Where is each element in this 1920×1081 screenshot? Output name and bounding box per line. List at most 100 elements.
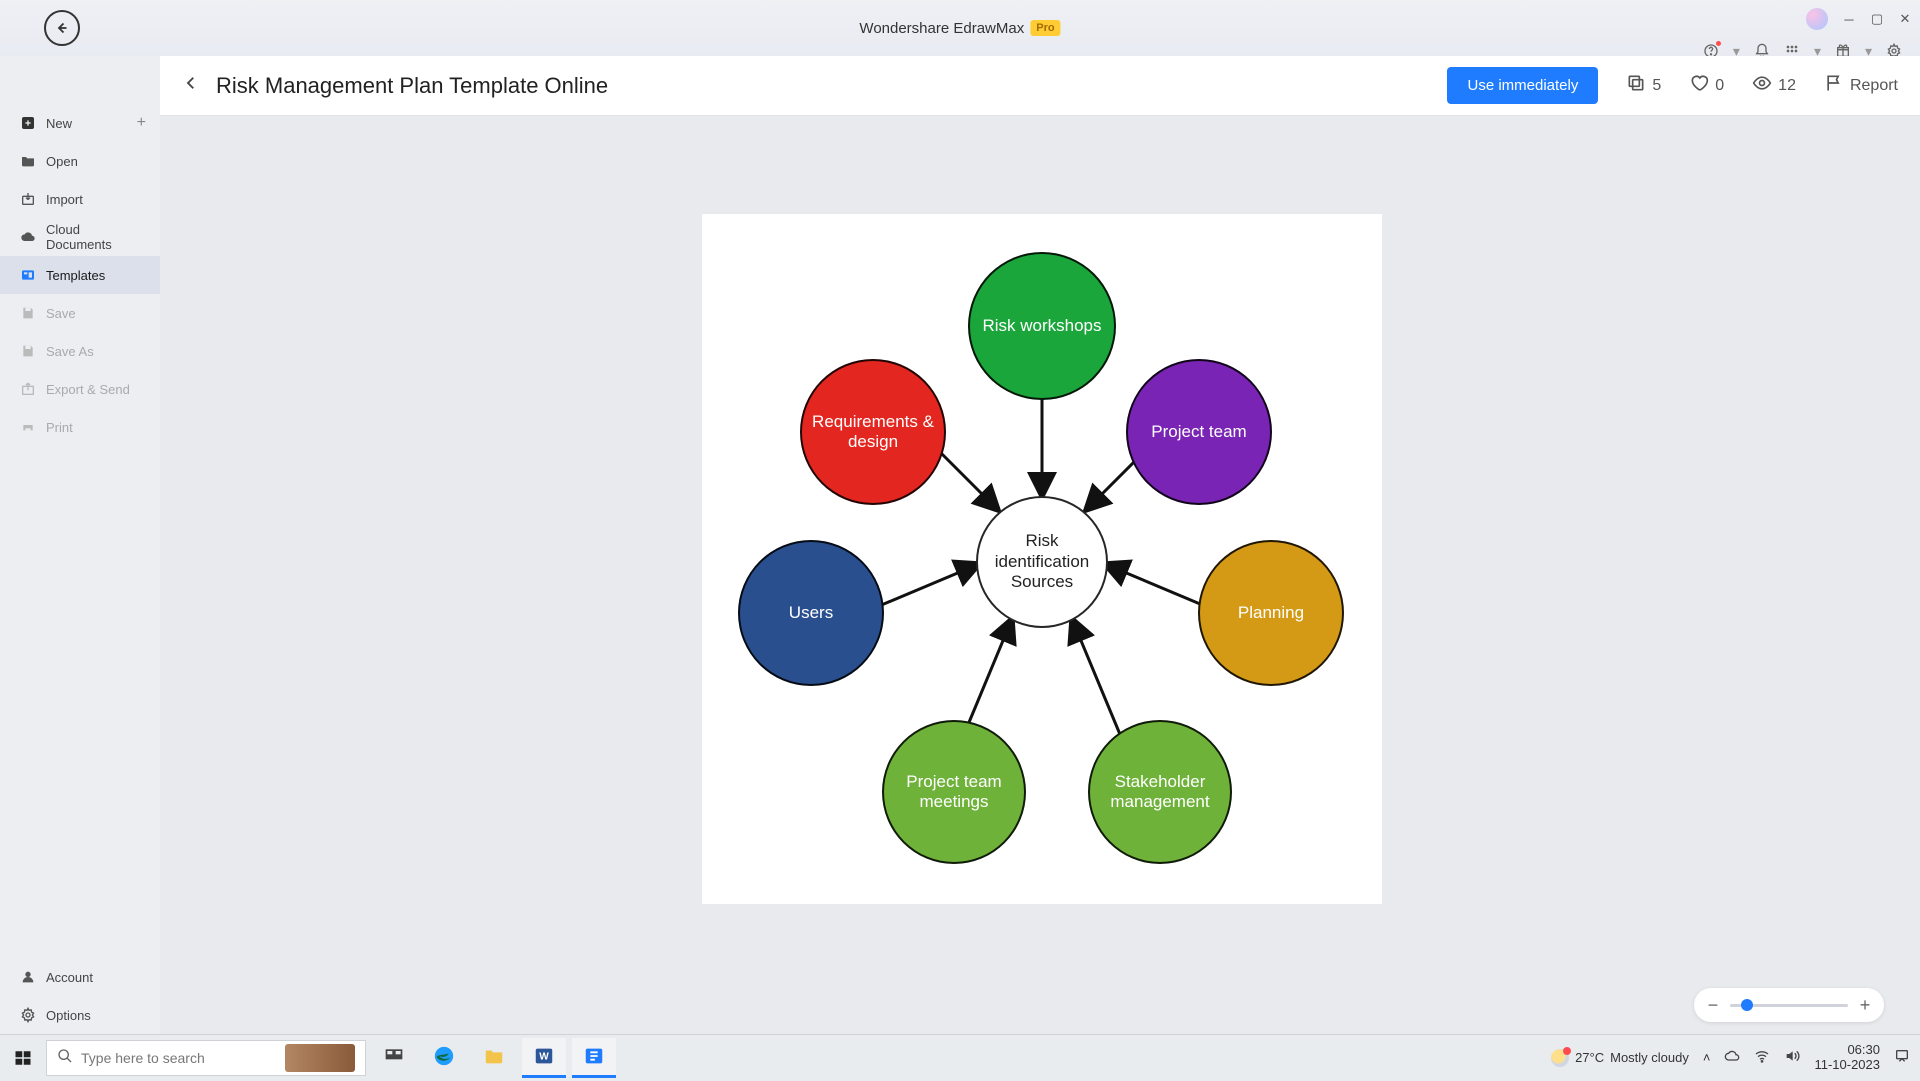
taskbar: Type here to search W 27°C Mostly cloudy… (0, 1034, 1920, 1080)
node-label: Planning (1238, 603, 1304, 623)
node-pt-meetings[interactable]: Project team meetings (882, 720, 1026, 864)
minimize-button[interactable]: ─ (1842, 12, 1856, 26)
titlebar: Wondershare EdrawMax Pro ─ ▢ ✕ (0, 0, 1920, 56)
edraw-icon[interactable] (572, 1038, 616, 1078)
avatar[interactable] (1806, 8, 1828, 30)
sidebar-item-saveas: Save As (0, 332, 160, 370)
print-icon (20, 419, 36, 435)
save-icon (20, 305, 36, 321)
zoom-thumb[interactable] (1741, 999, 1753, 1011)
node-label: Users (789, 603, 833, 623)
volume-icon[interactable] (1784, 1048, 1800, 1067)
node-label: Project team meetings (892, 772, 1016, 813)
report-button[interactable]: Report (1824, 73, 1898, 98)
node-project-team[interactable]: Project team (1126, 359, 1272, 505)
plus-square-icon (20, 115, 36, 131)
taskbar-search[interactable]: Type here to search (46, 1040, 366, 1076)
clock[interactable]: 06:30 11-10-2023 (1814, 1043, 1880, 1073)
zoom-control[interactable]: − + (1694, 988, 1884, 1022)
saveas-icon (20, 343, 36, 359)
sidebar-item-export: Export & Send (0, 370, 160, 408)
copy-icon (1626, 73, 1646, 98)
sidebar-item-label: Save As (46, 344, 94, 359)
start-button[interactable] (0, 1035, 46, 1081)
search-decoration (285, 1044, 355, 1072)
stat-value: 12 (1778, 77, 1796, 95)
close-button[interactable]: ✕ (1898, 12, 1912, 26)
node-users[interactable]: Users (738, 540, 884, 686)
search-icon (57, 1048, 73, 1067)
node-label: Stakeholder management (1098, 772, 1222, 813)
weather-widget[interactable]: 27°C Mostly cloudy (1551, 1049, 1689, 1067)
sidebar-item-label: Import (46, 192, 83, 207)
word-icon[interactable]: W (522, 1038, 566, 1078)
app-title-text: Wondershare EdrawMax (859, 20, 1024, 37)
sidebar-item-new[interactable]: New + (0, 104, 160, 142)
sidebar-item-import[interactable]: Import (0, 180, 160, 218)
canvas-area: Risk identification Sources Risk worksho… (160, 116, 1920, 1080)
sidebar-item-account[interactable]: Account (0, 958, 160, 996)
diagram-card: Risk identification Sources Risk worksho… (702, 214, 1382, 904)
sidebar-item-label: Options (46, 1008, 91, 1023)
svg-text:W: W (539, 1052, 549, 1063)
back-button[interactable] (182, 74, 202, 97)
weather-icon (1551, 1049, 1569, 1067)
sidebar-item-save: Save (0, 294, 160, 332)
node-label: Risk identification Sources (986, 531, 1098, 592)
explorer-icon[interactable] (472, 1038, 516, 1078)
new-plus-icon[interactable]: + (137, 114, 146, 132)
heart-icon (1689, 73, 1709, 98)
sidebar-item-label: Cloud Documents (46, 222, 140, 252)
flag-icon (1824, 73, 1844, 98)
stat-value: 5 (1652, 77, 1661, 95)
wifi-icon[interactable] (1754, 1048, 1770, 1067)
sidebar-item-options[interactable]: Options (0, 996, 160, 1034)
templates-icon (20, 267, 36, 283)
sidebar-item-label: Save (46, 306, 76, 321)
gear-icon (20, 1007, 36, 1023)
account-icon (20, 969, 36, 985)
clock-date: 11-10-2023 (1814, 1058, 1880, 1073)
stat-copies[interactable]: 5 (1626, 73, 1661, 98)
weather-text: Mostly cloudy (1610, 1050, 1689, 1065)
edge-icon[interactable] (422, 1038, 466, 1078)
stat-value: 0 (1715, 77, 1724, 95)
zoom-in-button[interactable]: + (1858, 995, 1872, 1016)
onedrive-icon[interactable] (1724, 1048, 1740, 1067)
eye-icon (1752, 73, 1772, 98)
sidebar-item-label: Templates (46, 268, 105, 283)
use-immediately-button[interactable]: Use immediately (1447, 67, 1598, 104)
task-view-icon[interactable] (372, 1038, 416, 1078)
back-circle-button[interactable] (44, 10, 80, 46)
export-icon (20, 381, 36, 397)
sidebar-item-cloud[interactable]: Cloud Documents (0, 218, 160, 256)
node-risk-workshops[interactable]: Risk workshops (968, 252, 1116, 400)
zoom-slider[interactable] (1730, 1004, 1848, 1007)
action-center-icon[interactable] (1894, 1048, 1910, 1067)
sidebar-item-templates[interactable]: Templates (0, 256, 160, 294)
node-requirements[interactable]: Requirements & design (800, 359, 946, 505)
content-pane: Risk Management Plan Template Online Use… (160, 56, 1920, 1080)
stat-likes[interactable]: 0 (1689, 73, 1724, 98)
sidebar-item-label: Print (46, 420, 73, 435)
clock-time: 06:30 (1814, 1043, 1880, 1058)
system-tray: 27°C Mostly cloudy ˄ 06:30 11-10-2023 (1551, 1043, 1920, 1073)
node-center[interactable]: Risk identification Sources (976, 496, 1108, 628)
sidebar-item-label: Open (46, 154, 78, 169)
sidebar-item-label: New (46, 116, 72, 131)
sidebar-item-label: Export & Send (46, 382, 130, 397)
content-header: Risk Management Plan Template Online Use… (160, 56, 1920, 116)
cloud-icon (20, 229, 36, 245)
sidebar: New + Open Import Cloud Documents Templa… (0, 56, 160, 1080)
node-planning[interactable]: Planning (1198, 540, 1344, 686)
node-stakeholder[interactable]: Stakeholder management (1088, 720, 1232, 864)
sidebar-item-label: Account (46, 970, 93, 985)
tray-chevron-icon[interactable]: ˄ (1703, 1050, 1711, 1065)
zoom-out-button[interactable]: − (1706, 995, 1720, 1016)
import-icon (20, 191, 36, 207)
folder-icon (20, 153, 36, 169)
app-title: Wondershare EdrawMax Pro (859, 20, 1060, 37)
maximize-button[interactable]: ▢ (1870, 12, 1884, 26)
node-label: Risk workshops (982, 316, 1101, 336)
sidebar-item-open[interactable]: Open (0, 142, 160, 180)
